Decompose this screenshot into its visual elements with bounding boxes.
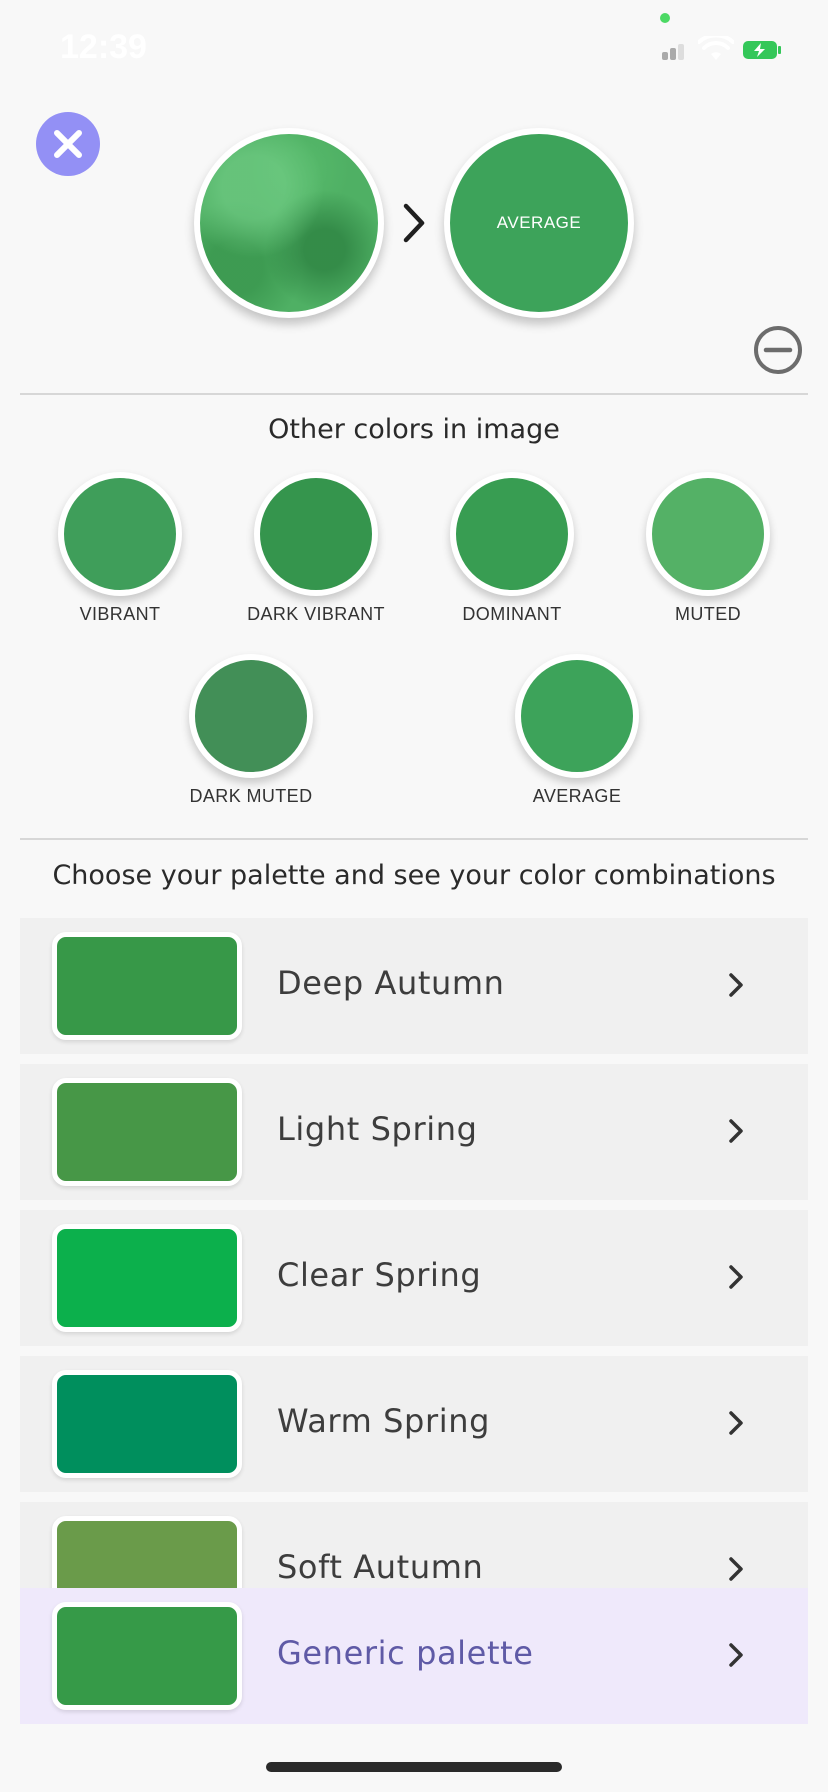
chevron-right-icon [729, 1411, 743, 1435]
cellular-signal-icon [662, 42, 690, 60]
palette-name: Warm Spring [277, 1402, 491, 1440]
swatch-label: VIBRANT [79, 604, 161, 624]
swatch-label: MUTED [675, 604, 741, 624]
color-dot [450, 472, 574, 596]
palette-color-chip [52, 1224, 242, 1332]
swatch-dark-vibrant[interactable]: DARK VIBRANT [246, 472, 386, 625]
battery-charging-icon [743, 41, 781, 59]
palette-color-chip [52, 1078, 242, 1186]
palette-color-chip [52, 1602, 242, 1710]
close-icon [54, 130, 82, 158]
color-dot [515, 654, 639, 778]
swatch-label: AVERAGE [532, 786, 622, 806]
source-image [194, 128, 384, 318]
color-dot [189, 654, 313, 778]
palette-color-chip [52, 1370, 242, 1478]
chevron-right-icon [729, 973, 743, 997]
divider [20, 393, 808, 395]
palette-name: Deep Autumn [277, 964, 505, 1002]
chevron-right-icon [729, 1557, 743, 1581]
swatch-label: DOMINANT [462, 604, 562, 624]
palette-row-light-spring[interactable]: Light Spring [20, 1064, 808, 1200]
swatch-dark-muted[interactable]: DARK MUTED [181, 654, 321, 807]
wifi-icon [698, 36, 734, 60]
palette-row-clear-spring[interactable]: Clear Spring [20, 1210, 808, 1346]
swatch-muted[interactable]: MUTED [638, 472, 778, 625]
palette-row-generic[interactable]: Generic palette [20, 1588, 808, 1724]
palette-row-deep-autumn[interactable]: Deep Autumn [20, 918, 808, 1054]
average-label: AVERAGE [496, 213, 582, 232]
chevron-right-icon [729, 1119, 743, 1143]
palette-color-chip [52, 932, 242, 1040]
chevron-right-icon [729, 1265, 743, 1289]
color-dot [254, 472, 378, 596]
camera-indicator-icon [660, 13, 670, 23]
other-colors-title: Other colors in image [268, 414, 560, 445]
palette-name: Clear Spring [277, 1256, 482, 1294]
average-color-circle[interactable]: AVERAGE [444, 128, 634, 318]
divider [20, 838, 808, 840]
swatch-label: DARK VIBRANT [247, 604, 385, 624]
palette-name: Soft Autumn [277, 1548, 484, 1586]
minus-circle-icon[interactable] [752, 324, 804, 376]
swatch-dominant[interactable]: DOMINANT [442, 472, 582, 625]
palette-section-title: Choose your palette and see your color c… [52, 860, 776, 891]
home-indicator [266, 1762, 562, 1772]
palette-name: Light Spring [277, 1110, 478, 1148]
color-dot [58, 472, 182, 596]
color-dot [646, 472, 770, 596]
chevron-right-icon [729, 1643, 743, 1667]
close-button[interactable] [36, 112, 100, 176]
chevron-right-icon [403, 203, 425, 243]
swatch-label: DARK MUTED [189, 786, 313, 806]
status-time: 12:39 [60, 28, 147, 66]
screen: 12:39 AVERAGE Other colors in image VIBR [0, 0, 828, 1792]
swatch-vibrant[interactable]: VIBRANT [50, 472, 190, 625]
palette-name: Generic palette [277, 1634, 534, 1672]
swatch-average[interactable]: AVERAGE [507, 654, 647, 807]
palette-row-warm-spring[interactable]: Warm Spring [20, 1356, 808, 1492]
